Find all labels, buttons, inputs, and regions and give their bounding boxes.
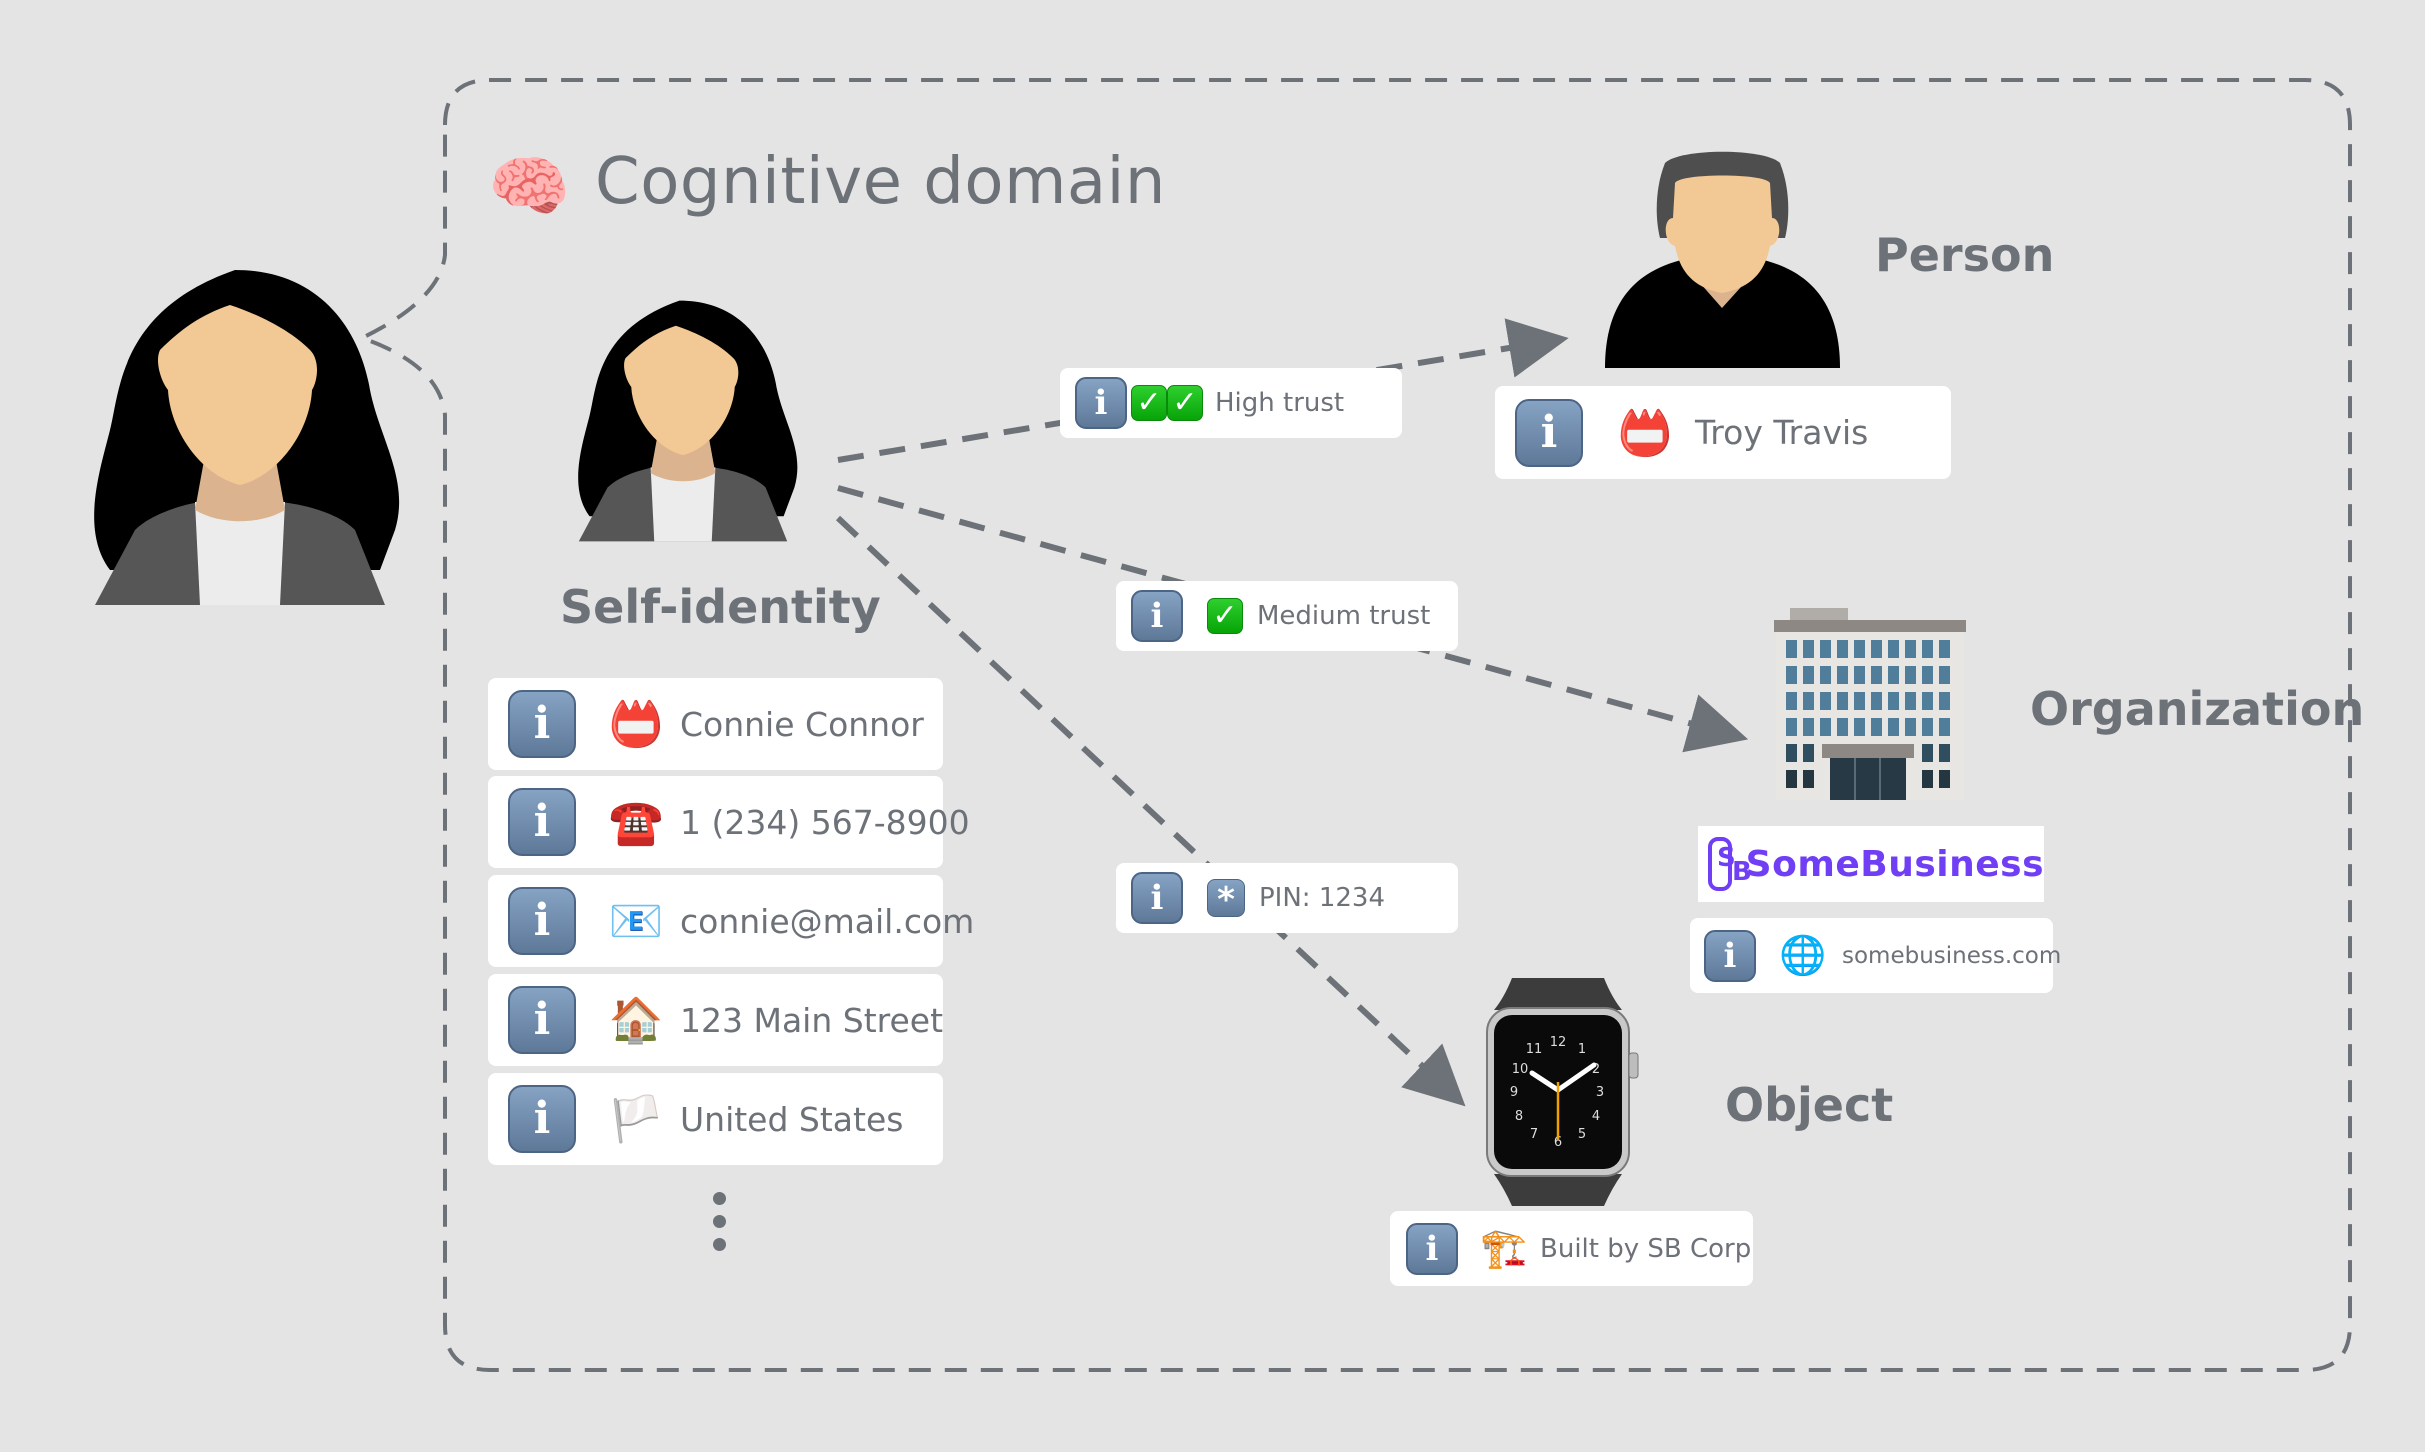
domain-title: Cognitive domain [595, 145, 1166, 219]
info-icon[interactable]: i [508, 1085, 576, 1153]
svg-text:1: 1 [1578, 1042, 1586, 1057]
info-icon[interactable]: i [1075, 377, 1127, 429]
person-attribute-name[interactable]: i 📛 Troy Travis [1495, 386, 1951, 479]
pin-label: PIN: 1234 [1259, 883, 1385, 913]
relation-medium-trust[interactable]: i ✓ Medium trust [1116, 581, 1458, 651]
woman-avatar-icon [94, 270, 400, 605]
info-icon[interactable]: i [1131, 872, 1183, 924]
info-icon[interactable]: i [508, 690, 576, 758]
brain-icon: 🧠 [488, 148, 571, 225]
office-building-icon [1774, 608, 1966, 800]
svg-text:11: 11 [1526, 1042, 1543, 1057]
self-address-value: 123 Main Street [680, 1000, 944, 1040]
svg-text:7: 7 [1530, 1127, 1538, 1142]
construction-crane-icon: 🏗️ [1480, 1226, 1528, 1270]
person-name-value: Troy Travis [1695, 413, 1869, 452]
name-badge-icon: 📛 [608, 699, 664, 750]
self-attribute-address[interactable]: i 🏠 123 Main Street [488, 974, 943, 1066]
object-attribute-manufacturer[interactable]: i 🏗️ Built by SB Corp [1390, 1211, 1753, 1286]
svg-text:5: 5 [1578, 1127, 1586, 1142]
high-trust-label: High trust [1215, 388, 1345, 418]
self-attribute-phone[interactable]: i ☎️ 1 (234) 567-8900 [488, 776, 970, 868]
info-icon[interactable]: i [508, 788, 576, 856]
self-identity-label: Self-identity [560, 580, 881, 634]
telephone-icon: ☎️ [608, 797, 664, 848]
house-icon: 🏠 [608, 995, 664, 1046]
person-label: Person [1875, 228, 2055, 282]
info-icon[interactable]: i [1704, 929, 1756, 982]
self-attribute-email[interactable]: i 📧 connie@mail.com [488, 875, 974, 967]
white-flag-icon: 🏳️ [608, 1094, 664, 1145]
self-attribute-name[interactable]: i 📛 Connie Connor [488, 678, 943, 770]
self-country-value: United States [680, 1099, 904, 1139]
manufacturer-value: Built by SB Corp [1540, 1233, 1752, 1264]
website-value: somebusiness.com [1842, 942, 2062, 969]
check-icon: ✓ [1167, 385, 1203, 421]
object-label: Object [1725, 1078, 1894, 1132]
sb-logo-mark-icon: S B [1708, 837, 1752, 891]
self-attribute-country[interactable]: i 🏳️ United States [488, 1073, 943, 1165]
name-badge-icon: 📛 [1617, 407, 1673, 459]
info-icon[interactable]: i [1515, 398, 1583, 467]
email-icon: 📧 [608, 896, 664, 947]
organization-label: Organization [2030, 682, 2365, 736]
svg-text:9: 9 [1510, 1085, 1518, 1100]
info-icon[interactable]: i [1406, 1222, 1458, 1275]
check-icon: ✓ [1131, 385, 1167, 421]
somebusiness-name: SomeBusiness [1745, 843, 2044, 885]
relation-high-trust[interactable]: i ✓ ✓ High trust [1060, 368, 1402, 438]
svg-text:4: 4 [1592, 1109, 1600, 1124]
self-identity-avatar-icon [578, 300, 798, 542]
somebusiness-logo[interactable]: S B SomeBusiness [1698, 826, 2044, 902]
medium-trust-label: Medium trust [1257, 601, 1431, 631]
svg-text:8: 8 [1515, 1109, 1523, 1124]
svg-text:12: 12 [1550, 1035, 1567, 1050]
check-icon: ✓ [1207, 598, 1243, 634]
info-icon[interactable]: i [508, 986, 576, 1054]
smartwatch-icon: 12 123 4567 891011 [1486, 978, 1639, 1206]
self-email-value: connie@mail.com [680, 901, 975, 941]
organization-attribute-website[interactable]: i 🌐 somebusiness.com [1690, 918, 2061, 993]
relation-pin[interactable]: i * PIN: 1234 [1116, 863, 1458, 933]
svg-text:10: 10 [1512, 1062, 1529, 1077]
globe-icon: 🌐 [1779, 933, 1827, 977]
info-icon[interactable]: i [1131, 590, 1183, 642]
svg-text:3: 3 [1596, 1085, 1604, 1100]
self-phone-value: 1 (234) 567-8900 [680, 802, 970, 842]
info-icon[interactable]: i [508, 887, 576, 955]
asterisk-icon: * [1207, 879, 1245, 920]
more-attributes-ellipsis[interactable] [713, 1192, 729, 1261]
self-name-value: Connie Connor [680, 704, 924, 744]
man-avatar-icon [1605, 151, 1840, 368]
